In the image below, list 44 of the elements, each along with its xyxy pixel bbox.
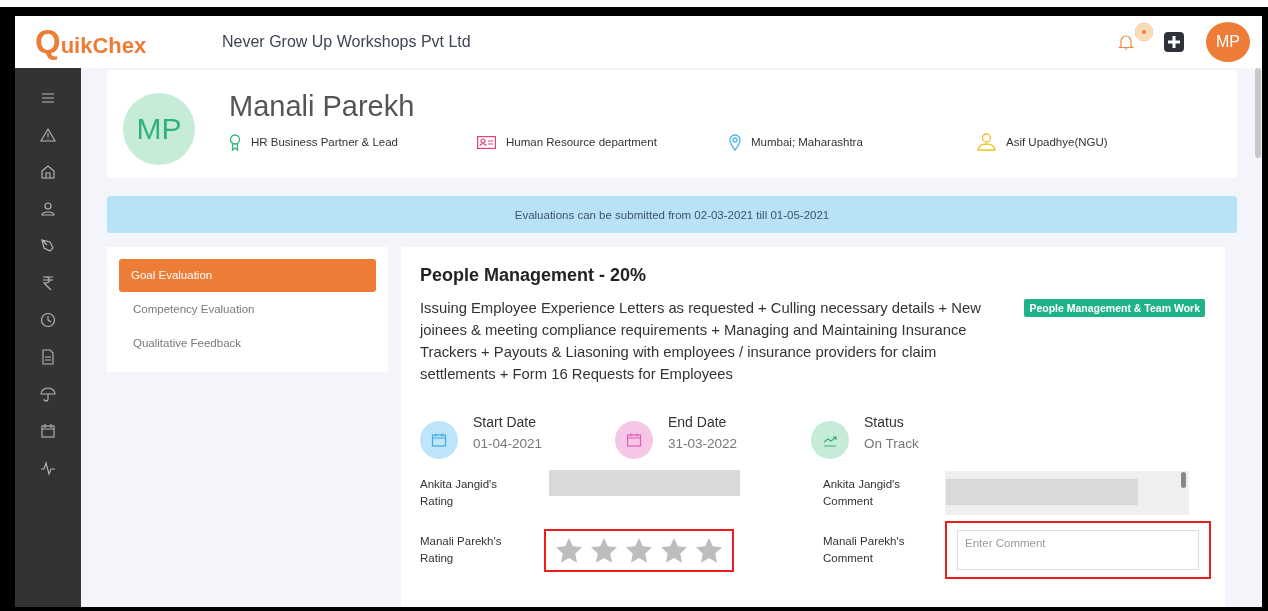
profile-detail: Asif Upadhye(NGU)	[1006, 136, 1108, 148]
menu-item[interactable]: Qualitative Feedback	[119, 327, 376, 360]
document-icon[interactable]	[40, 349, 56, 365]
profile-avatar: MP	[123, 93, 195, 165]
pen-icon[interactable]	[40, 238, 56, 254]
menu-item[interactable]: Goal Evaluation	[119, 259, 376, 292]
menu-item[interactable]: Competency Evaluation	[119, 293, 376, 326]
clock-icon[interactable]	[40, 312, 56, 328]
rating-label: Manali Parekh's Rating	[420, 534, 503, 566]
umbrella-icon[interactable]	[40, 386, 56, 402]
rating-label: Ankita Jangid's Rating	[420, 477, 498, 509]
profile-detail: Mumbai; Maharashtra	[751, 136, 863, 148]
fact-value: 31-03-2022	[668, 435, 738, 451]
rupee-icon[interactable]	[40, 275, 56, 291]
home-icon[interactable]	[40, 164, 56, 180]
fact-value: 01-04-2021	[473, 435, 543, 451]
star-rating[interactable]	[556, 537, 722, 563]
quikchex-logo: QuikChex	[35, 23, 148, 61]
goal-title: People Management - 20%	[420, 265, 648, 286]
warning-icon[interactable]	[40, 127, 56, 143]
fact-label: End Date	[668, 413, 728, 430]
comment-field[interactable]: Enter Comment	[957, 530, 1199, 570]
id-card-icon	[477, 135, 496, 149]
comment-label: Manali Parekh's Comment	[823, 534, 906, 566]
add-icon[interactable]	[1164, 32, 1184, 52]
menu-icon[interactable]	[40, 90, 56, 106]
fact-label: Start Date	[473, 413, 538, 430]
profile-detail: Human Resource department	[506, 136, 657, 148]
fact-label: Status	[864, 413, 905, 430]
location-pin-icon	[729, 133, 741, 151]
calendar-icon[interactable]	[40, 423, 56, 439]
employee-name: Manali Parekh	[229, 90, 416, 123]
activity-icon[interactable]	[40, 460, 56, 476]
info-banner: Evaluations can be submitted from 02-03-2021 till 01-05-2021	[107, 196, 1237, 233]
comment-label: Ankita Jangid's Comment	[823, 477, 901, 509]
competency-tag: People Management & Team Work	[1024, 299, 1205, 317]
person-icon[interactable]	[40, 201, 56, 217]
badge-icon	[229, 133, 241, 151]
company-name: Never Grow Up Workshops Pvt Ltd	[222, 33, 471, 51]
fact-value: On Track	[864, 435, 919, 451]
user-avatar[interactable]: MP	[1206, 22, 1250, 62]
person-icon	[977, 133, 996, 151]
profile-detail: HR Business Partner & Lead	[251, 136, 399, 148]
goal-description: Issuing Employee Experience Letters as requested + Culling necessary details + New joinees & meeting compliance requirements + Managing and Maintaining Insurance Trackers + Payouts & Liasoning with employees / insurance providers for claim settlements + Form 16 Requests for Employees	[420, 299, 982, 384]
